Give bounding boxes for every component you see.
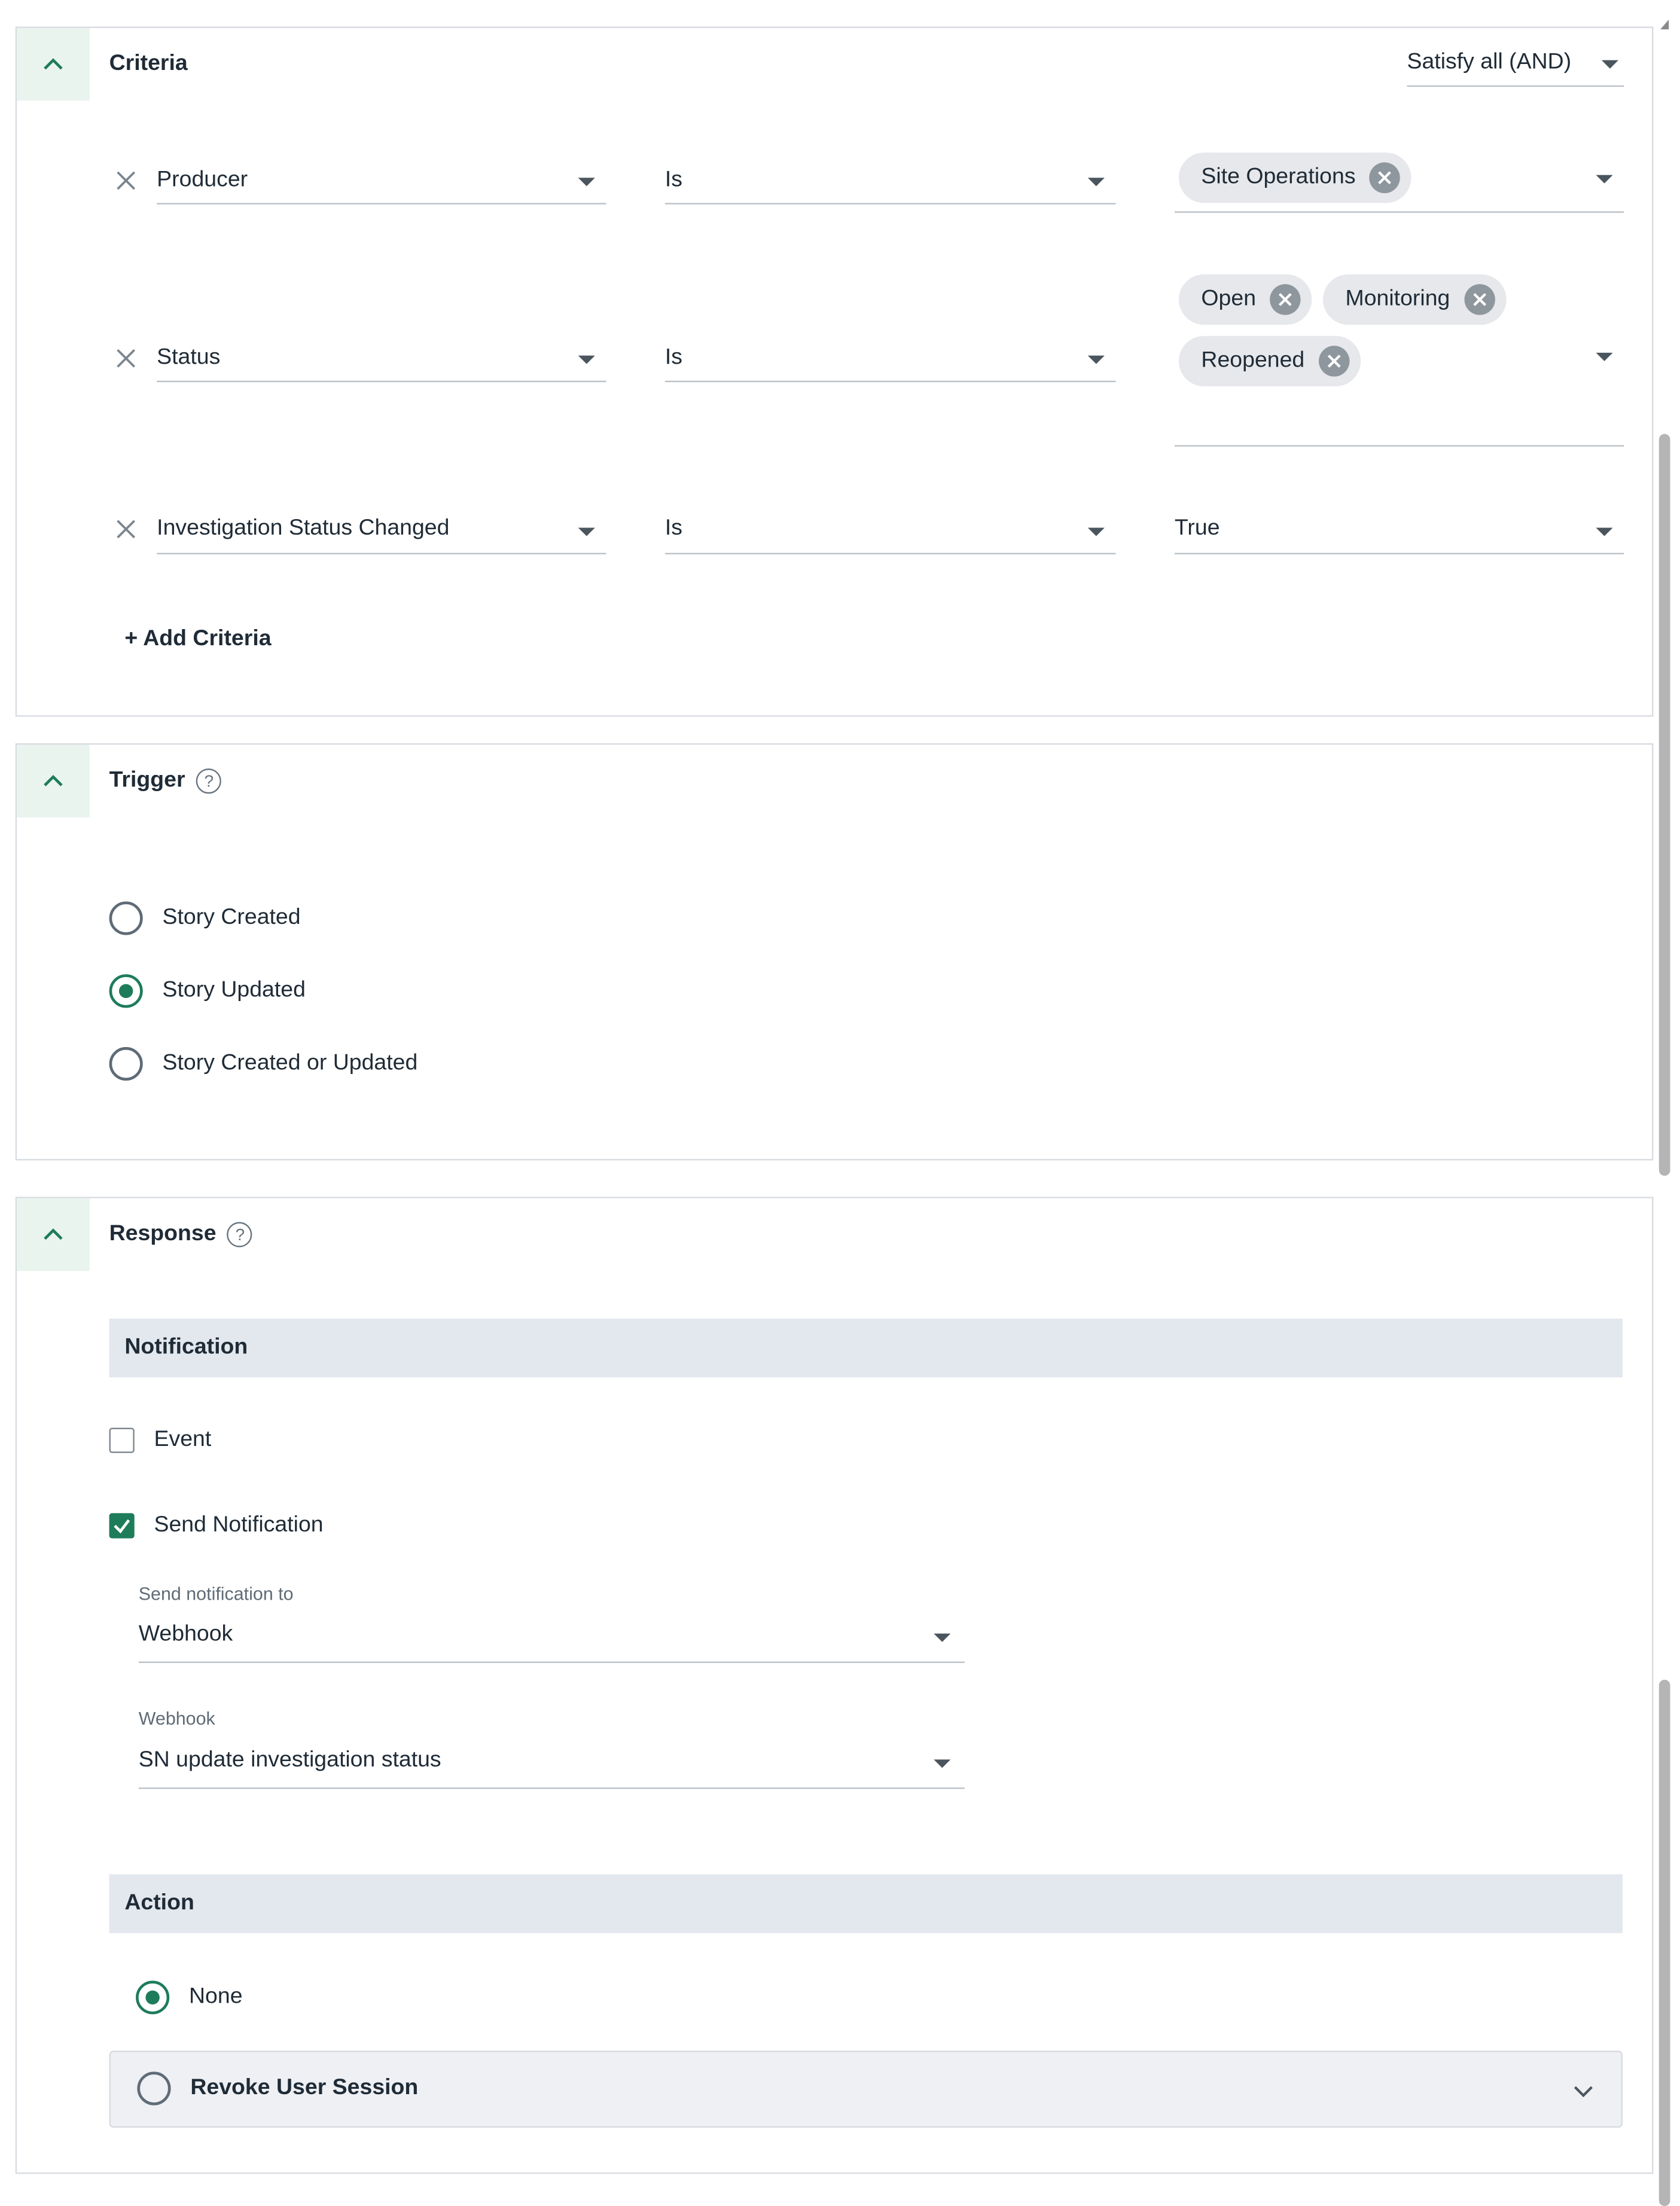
criteria-title: Criteria <box>109 51 188 76</box>
chevron-up-icon <box>44 58 63 70</box>
checkbox-checked-icon <box>109 1513 135 1539</box>
event-checkbox[interactable]: Event <box>109 1427 212 1453</box>
chip-label: Open <box>1201 286 1257 311</box>
caret-down-icon <box>578 355 595 364</box>
send-notification-checkbox[interactable]: Send Notification <box>109 1513 324 1539</box>
criteria-panel: Criteria Satisfy all (AND) Producer Is S… <box>15 26 1654 717</box>
revoke-user-session-option[interactable]: Revoke User Session <box>109 2051 1623 2128</box>
trigger-option-story-created-or-updated[interactable]: Story Created or Updated <box>109 1046 418 1081</box>
help-icon[interactable]: ? <box>227 1222 253 1247</box>
webhook-label: Webhook <box>138 1707 215 1729</box>
help-icon[interactable]: ? <box>196 768 222 794</box>
criteria-field-value: Producer <box>157 167 248 192</box>
send-to-select[interactable]: Webhook <box>138 1619 965 1663</box>
send-to-label: Send notification to <box>138 1583 294 1604</box>
action-option-none[interactable]: None <box>136 1981 243 2015</box>
criteria-field-select[interactable]: Producer <box>157 165 606 205</box>
response-collapse-button[interactable] <box>17 1198 90 1271</box>
response-title: Response ? <box>109 1222 253 1247</box>
response-panel: Response ? Notification Event Send Notif… <box>15 1197 1654 2174</box>
criteria-operator-value: Is <box>664 167 683 192</box>
trigger-option-label: Story Created or Updated <box>162 1051 418 1075</box>
chevron-up-icon <box>44 774 63 786</box>
radio-checked-icon <box>109 974 143 1008</box>
remove-criteria-investigation-icon[interactable] <box>115 518 137 540</box>
caret-down-icon <box>934 1759 951 1768</box>
caret-down-icon <box>578 527 595 536</box>
scroll-up-arrow-icon[interactable] <box>1658 17 1675 33</box>
action-none-label: None <box>189 1985 243 2009</box>
caret-down-icon <box>1087 178 1105 187</box>
trigger-panel: Trigger ? Story Created Story Updated St… <box>15 743 1654 1161</box>
rule-editor: Criteria Satisfy all (AND) Producer Is S… <box>0 0 1680 2206</box>
send-notification-label: Send Notification <box>154 1513 324 1537</box>
criteria-operator-select[interactable]: Is <box>664 165 1116 205</box>
trigger-title-text: Trigger <box>109 768 185 792</box>
chip-remove-icon[interactable] <box>1270 284 1301 315</box>
chip-remove-icon[interactable] <box>1369 162 1401 194</box>
criteria-value-select[interactable]: True <box>1174 514 1624 554</box>
event-label: Event <box>154 1427 212 1452</box>
chevron-down-icon[interactable] <box>1571 2079 1596 2104</box>
radio-unchecked-icon <box>137 2071 171 2106</box>
caret-down-icon <box>1601 60 1618 69</box>
webhook-value: SN update investigation status <box>138 1748 441 1772</box>
value-chip: Site Operations <box>1178 152 1412 203</box>
criteria-operator-value: Is <box>664 346 683 370</box>
match-mode-select[interactable]: Satisfy all (AND) <box>1407 48 1624 87</box>
add-criteria-button[interactable]: + Add Criteria <box>124 627 271 652</box>
revoke-label: Revoke User Session <box>190 2076 419 2100</box>
chevron-up-icon <box>44 1228 63 1240</box>
caret-down-icon <box>934 1633 951 1642</box>
trigger-option-story-created[interactable]: Story Created <box>109 901 301 935</box>
criteria-operator-value: Is <box>664 516 683 541</box>
caret-down-icon <box>1087 355 1105 364</box>
scrollbar-thumb-lower[interactable] <box>1658 1679 1670 2206</box>
revoke-radio[interactable]: Revoke User Session <box>137 2071 419 2106</box>
value-chip: Open <box>1178 274 1312 325</box>
radio-unchecked-icon <box>109 1046 143 1081</box>
trigger-collapse-button[interactable] <box>17 745 90 818</box>
caret-down-icon <box>1596 352 1613 361</box>
action-header: Action <box>109 1874 1623 1933</box>
radio-unchecked-icon <box>109 901 143 935</box>
remove-criteria-producer-icon[interactable] <box>115 169 137 191</box>
criteria-field-select[interactable]: Status <box>157 343 606 383</box>
caret-down-icon <box>1596 527 1613 536</box>
caret-down-icon <box>1087 527 1105 536</box>
criteria-field-value: Status <box>157 346 221 370</box>
criteria-field-select[interactable]: Investigation Status Changed <box>157 514 606 554</box>
send-to-value: Webhook <box>138 1622 233 1646</box>
criteria-operator-select[interactable]: Is <box>664 514 1116 554</box>
chip-remove-icon[interactable] <box>1463 284 1495 315</box>
webhook-select[interactable]: SN update investigation status <box>138 1746 965 1789</box>
trigger-option-label: Story Created <box>162 905 301 930</box>
criteria-field-value: Investigation Status Changed <box>157 516 450 541</box>
criteria-value-text: True <box>1174 516 1220 541</box>
trigger-option-story-updated[interactable]: Story Updated <box>109 974 306 1008</box>
response-title-text: Response <box>109 1222 217 1246</box>
notification-header: Notification <box>109 1319 1623 1378</box>
chip-label: Monitoring <box>1345 286 1450 311</box>
match-mode-value: Satisfy all (AND) <box>1407 50 1572 75</box>
trigger-title: Trigger ? <box>109 768 222 794</box>
chip-label: Site Operations <box>1201 165 1356 190</box>
criteria-operator-select[interactable]: Is <box>664 343 1116 383</box>
value-chip: Monitoring <box>1323 274 1507 325</box>
chip-label: Reopened <box>1201 348 1305 373</box>
radio-checked-icon <box>136 1981 170 2015</box>
scrollbar-thumb[interactable] <box>1658 434 1670 1176</box>
value-chip: Reopened <box>1178 335 1361 387</box>
chip-remove-icon[interactable] <box>1318 346 1350 377</box>
caret-down-icon <box>1596 175 1613 184</box>
remove-criteria-status-icon[interactable] <box>115 347 137 370</box>
caret-down-icon <box>578 178 595 187</box>
criteria-collapse-button[interactable] <box>17 28 90 101</box>
checkbox-unchecked-icon <box>109 1427 135 1453</box>
trigger-option-label: Story Updated <box>162 978 306 1003</box>
